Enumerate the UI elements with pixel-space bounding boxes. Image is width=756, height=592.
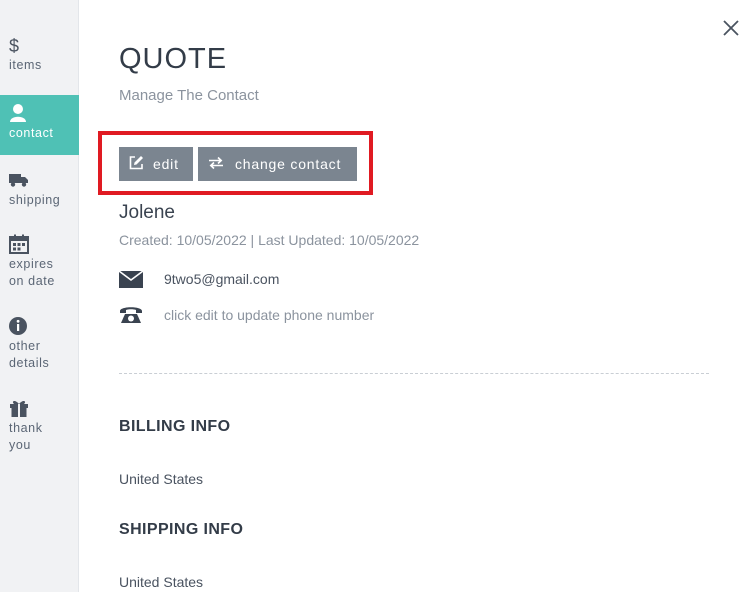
sidebar-item-label: thank you (9, 421, 43, 452)
contact-email: 9two5@gmail.com (164, 271, 280, 287)
person-icon (9, 103, 79, 125)
pencil-icon (129, 155, 144, 173)
edit-button[interactable]: edit (119, 147, 193, 181)
edit-button-label: edit (153, 156, 179, 172)
sidebar-item-shipping[interactable]: shipping (0, 170, 79, 215)
shipping-country: United States (119, 574, 204, 590)
info-icon (9, 316, 79, 338)
gift-icon (9, 398, 79, 420)
sidebar-item-thank-you[interactable]: thank you (0, 398, 79, 458)
billing-country: United States (119, 471, 204, 487)
sidebar-item-expires-on-date[interactable]: expires on date (0, 234, 79, 294)
page-title: QUOTE (119, 43, 228, 75)
shipping-info-title: SHIPPING INFO (119, 521, 244, 538)
sidebar-item-label: other details (9, 339, 50, 370)
calendar-icon (9, 234, 79, 256)
sidebar-item-contact[interactable]: contact (0, 95, 79, 155)
dollar-icon: $ (9, 36, 20, 56)
sidebar: $ items contact shipping expires on date… (0, 0, 79, 592)
sidebar-item-label: contact (9, 126, 54, 140)
phone-row: click edit to update phone number (119, 304, 374, 326)
sidebar-item-items[interactable]: $ items (0, 35, 79, 87)
change-contact-button[interactable]: change contact (198, 147, 357, 181)
sidebar-item-label: expires on date (9, 257, 55, 288)
change-contact-label: change contact (235, 156, 342, 172)
truck-icon (9, 170, 79, 192)
contact-dates: Created: 10/05/2022 | Last Updated: 10/0… (119, 232, 420, 248)
contact-phone: click edit to update phone number (164, 307, 375, 323)
email-row: 9two5@gmail.com (118, 268, 280, 290)
envelope-icon (118, 269, 144, 289)
sidebar-item-other-details[interactable]: other details (0, 316, 79, 376)
swap-arrows-icon (208, 156, 224, 173)
contact-name: Jolene (119, 202, 175, 223)
page-subtitle: Manage The Contact (119, 87, 259, 104)
sidebar-item-label: shipping (9, 193, 61, 207)
phone-icon (119, 305, 143, 325)
billing-info-title: BILLING INFO (119, 418, 231, 435)
divider (119, 373, 709, 374)
close-icon[interactable] (719, 16, 743, 40)
sidebar-item-label: items (9, 58, 42, 72)
